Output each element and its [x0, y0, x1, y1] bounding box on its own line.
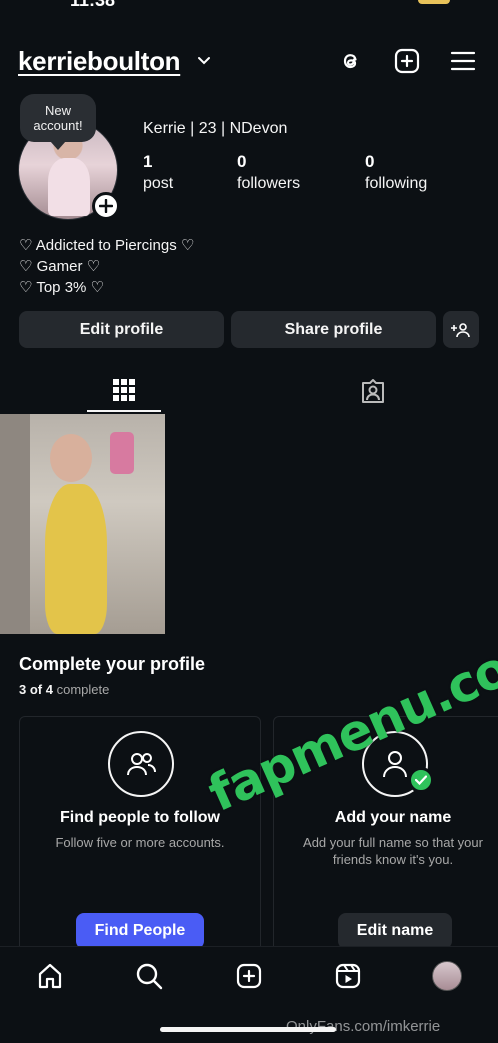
- nav-profile[interactable]: [430, 959, 464, 993]
- stat-value: 0: [237, 152, 247, 171]
- discover-people-button[interactable]: [443, 311, 479, 348]
- find-people-card: Find people to follow Follow five or mor…: [19, 716, 261, 956]
- complete-profile-title: Complete your profile: [19, 654, 206, 674]
- profile-bio: ♡ Addicted to Piercings ♡ ♡ Gamer ♡ ♡ To…: [19, 235, 194, 298]
- battery-icon: [418, 0, 450, 4]
- progress-suffix: complete: [56, 682, 110, 697]
- profile-avatar-icon: [432, 961, 462, 991]
- share-profile-button[interactable]: Share profile: [231, 311, 436, 348]
- bio-line: ♡ Top 3% ♡: [19, 279, 104, 296]
- find-people-button[interactable]: Find People: [76, 913, 204, 949]
- home-indicator[interactable]: [160, 1027, 336, 1032]
- create-icon: [236, 963, 262, 989]
- status-bar: 11:38: [0, 0, 498, 14]
- tab-tagged[interactable]: [336, 370, 410, 412]
- menu-icon[interactable]: [446, 44, 480, 78]
- home-icon: [38, 963, 62, 989]
- stat-value: 1: [143, 152, 153, 171]
- tab-posts-grid[interactable]: [87, 370, 161, 412]
- tagged-person-icon: [362, 379, 384, 403]
- completed-check-icon: [408, 767, 434, 793]
- stat-following[interactable]: 0 following: [365, 152, 427, 193]
- edit-profile-button[interactable]: Edit profile: [19, 311, 224, 348]
- stat-followers[interactable]: 0 followers: [237, 152, 300, 193]
- bio-line: ♡ Addicted to Piercings ♡: [19, 237, 195, 254]
- display-name: Kerrie | 23 | NDevon: [143, 120, 288, 137]
- edit-name-button[interactable]: Edit name: [338, 913, 452, 949]
- stat-value: 0: [365, 152, 375, 171]
- username-switcher[interactable]: kerrieboulton: [18, 46, 181, 77]
- search-icon: [136, 963, 163, 990]
- profile-tabs: [0, 370, 498, 412]
- status-time: 11:38: [70, 0, 116, 10]
- grid-icon: [113, 379, 135, 401]
- bio-line: ♡ Gamer ♡: [19, 258, 101, 275]
- stat-posts[interactable]: 1 post: [143, 152, 173, 193]
- stat-label: followers: [237, 175, 301, 192]
- add-user-icon: [451, 322, 470, 337]
- new-account-bubble: New account!: [20, 94, 96, 150]
- people-icon: [108, 731, 174, 797]
- status-indicators: [340, 0, 450, 6]
- stat-label: following: [365, 175, 428, 192]
- reels-icon: [335, 963, 361, 989]
- threads-icon[interactable]: [334, 44, 368, 78]
- nav-search[interactable]: [132, 959, 166, 993]
- add-story-icon[interactable]: [92, 192, 120, 220]
- complete-profile-progress: 3 of 4 complete: [19, 682, 109, 697]
- card-description: Follow five or more accounts.: [55, 835, 225, 850]
- profile-header: kerrieboulton: [18, 40, 480, 84]
- post-thumbnail[interactable]: [0, 414, 165, 634]
- chevron-down-icon[interactable]: [196, 52, 212, 68]
- profile-stats: 1 post 0 followers 0 following: [143, 152, 458, 196]
- nav-reels[interactable]: [331, 959, 365, 993]
- bottom-navigation: [0, 946, 498, 1006]
- nav-create[interactable]: [232, 959, 266, 993]
- profile-actions: Edit profile Share profile: [19, 311, 479, 348]
- card-description: Add your full name so that your friends …: [303, 835, 483, 867]
- nav-home[interactable]: [33, 959, 67, 993]
- stat-label: post: [143, 175, 174, 192]
- card-title: Add your name: [334, 809, 452, 826]
- create-post-icon[interactable]: [390, 44, 424, 78]
- progress-count: 3 of 4: [19, 682, 53, 697]
